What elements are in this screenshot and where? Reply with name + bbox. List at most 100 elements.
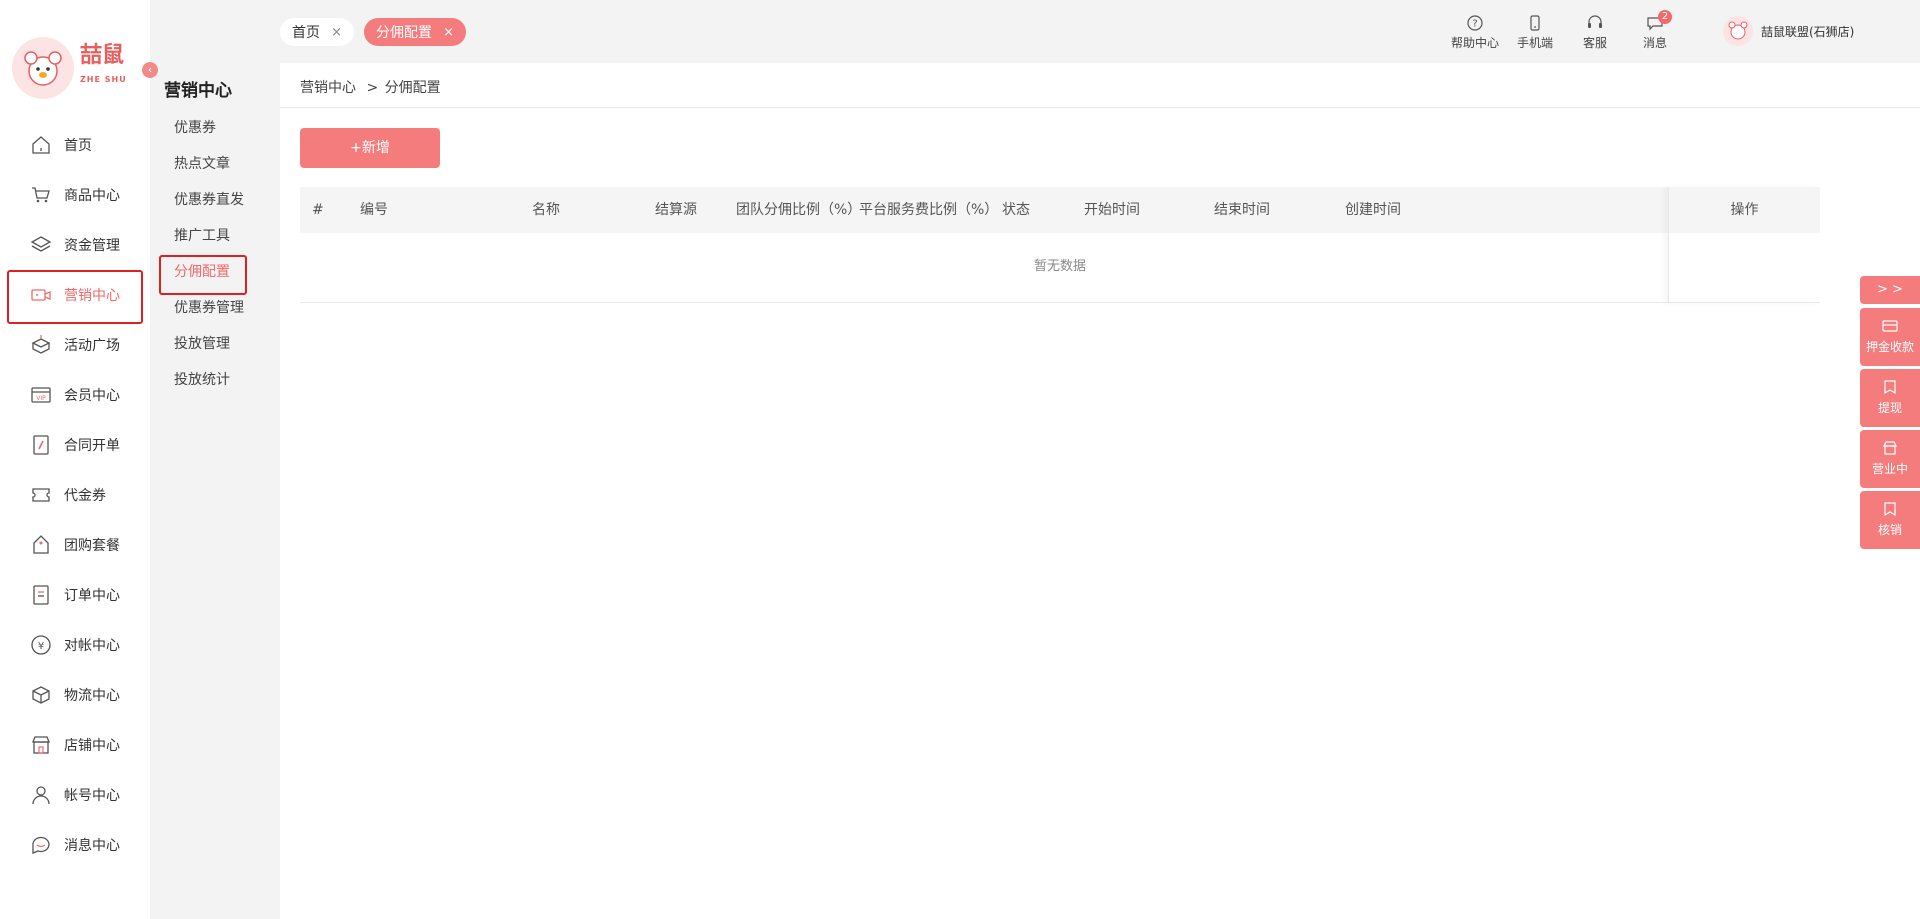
- breadcrumb-current: 分佣配置: [384, 80, 441, 96]
- sidebar-item-label: 对帐中心: [64, 638, 120, 654]
- sidebar-item-label: 店铺中心: [64, 738, 120, 754]
- user-icon: [32, 786, 50, 805]
- help-label: 帮助中心: [1450, 36, 1499, 50]
- sidebar-item-label: 代金券: [64, 488, 106, 504]
- camera-icon: [31, 289, 51, 301]
- table-header-cell: 团队分佣比例（%）: [736, 202, 862, 218]
- sidebar-item[interactable]: VIP 会员中心: [0, 370, 150, 420]
- sidebar-item[interactable]: ¥ 对帐中心: [0, 620, 150, 670]
- top-bar: 首页 × 分佣配置 × ? 帮助中心 手机端 客服 2 消息 喆鼠联盟(石狮店): [280, 0, 1920, 63]
- svg-text:VIP: VIP: [36, 395, 46, 402]
- collapse-sidebar-button[interactable]: ‹: [142, 62, 158, 78]
- breadcrumb-parent[interactable]: 营销中心: [300, 80, 356, 96]
- table-header-cell: 结算源: [655, 202, 697, 218]
- submenu-item[interactable]: 推广工具: [150, 218, 280, 254]
- expand-panel-button[interactable]: > >: [1860, 276, 1920, 304]
- submenu-item[interactable]: 优惠券: [150, 110, 280, 146]
- sidebar-item[interactable]: 消息中心: [0, 820, 150, 870]
- sidebar-item[interactable]: 营销中心: [0, 270, 150, 324]
- mobile-button[interactable]: 手机端: [1507, 14, 1563, 51]
- customer-service-button[interactable]: 客服: [1567, 14, 1623, 51]
- service-label: 客服: [1582, 36, 1607, 50]
- sidebar-item[interactable]: 合同开单: [0, 420, 150, 470]
- user-name: 喆鼠联盟(石狮店): [1761, 24, 1855, 39]
- tab-commission-config[interactable]: 分佣配置 ×: [364, 18, 466, 46]
- sidebar-item[interactable]: 订单中心: [0, 570, 150, 620]
- table-header-cell: 编号: [360, 202, 388, 218]
- sidebar-item[interactable]: 首页: [0, 120, 150, 170]
- cart-icon: [32, 187, 50, 203]
- sidebar-item[interactable]: 店铺中心: [0, 720, 150, 770]
- breadcrumb-separator: >: [366, 80, 379, 96]
- table-header-cell: 开始时间: [1084, 202, 1140, 218]
- sidebar-item-label: 合同开单: [64, 438, 120, 454]
- sidebar-item-label: 团购套餐: [64, 538, 120, 554]
- order-icon: [33, 585, 49, 605]
- submenu-item[interactable]: 投放统计: [150, 362, 280, 398]
- home-icon: [32, 136, 50, 154]
- bookmark-icon: [1884, 380, 1896, 395]
- breadcrumb: 营销中心 > 分佣配置: [300, 77, 441, 97]
- sidebar-item-label: 帐号中心: [64, 788, 120, 804]
- quick-action-label: 核销: [1877, 523, 1902, 537]
- table-header-cell: 平台服务费比例（%）: [859, 202, 999, 218]
- sidebar-item-label: 资金管理: [64, 238, 120, 254]
- submenu-title: 营销中心: [164, 81, 232, 101]
- divider: [280, 107, 1920, 108]
- sidebar-item-label: 营销中心: [64, 288, 120, 304]
- tab-home[interactable]: 首页 ×: [280, 18, 354, 46]
- sidebar-item[interactable]: 物流中心: [0, 670, 150, 720]
- sidebar-item-label: 物流中心: [64, 688, 120, 704]
- table-header: # 编号 名称 结算源 团队分佣比例（%） 平台服务费比例（%） 状态 开始时间 结束时间 创建时…: [300, 187, 1820, 233]
- close-icon[interactable]: ×: [443, 25, 454, 40]
- quick-action-button[interactable]: 押金收款: [1860, 308, 1920, 366]
- message-count-badge: 2: [1658, 10, 1672, 24]
- tab-label: 首页: [292, 25, 320, 41]
- app-root: 喆鼠 ZHE SHU 首页 商品中心 资金管理 营销中心 活动广场 VIP 会员中心 合同开单…: [0, 0, 1920, 919]
- quick-action-label: 押金收款: [1865, 340, 1914, 354]
- brand-logo: 喆鼠 ZHE SHU: [12, 36, 132, 100]
- quick-action-button[interactable]: 营业中: [1860, 430, 1920, 488]
- sidebar-item-label: 首页: [64, 138, 92, 154]
- empty-state: 暂无数据: [1033, 259, 1086, 274]
- table-header-cell: 名称: [532, 202, 560, 218]
- table-header-cell: #: [312, 202, 324, 218]
- main-content: 营销中心 > 分佣配置 +新增 # 编号 名称 结算源 团队分佣比例（%） 平台服务费比例…: [280, 63, 1920, 919]
- submenu-item[interactable]: 优惠券管理: [150, 290, 280, 326]
- submenu-item[interactable]: 分佣配置: [150, 254, 280, 295]
- add-button[interactable]: +新增: [300, 128, 440, 168]
- submenu-list: 优惠券 热点文章 优惠券直发 推广工具 分佣配置 优惠券管理 投放管理 投放统计: [150, 110, 280, 398]
- tag-icon: [33, 535, 49, 554]
- quick-action-button[interactable]: 提现: [1860, 369, 1920, 427]
- submenu-item[interactable]: 热点文章: [150, 146, 280, 182]
- table-header-cell: 创建时间: [1345, 202, 1401, 218]
- messages-button[interactable]: 2 消息: [1627, 10, 1683, 51]
- quick-action-button[interactable]: 核销: [1860, 491, 1920, 549]
- operations-column: 操作: [1668, 187, 1820, 303]
- submenu-item[interactable]: 投放管理: [150, 326, 280, 362]
- sidebar-item[interactable]: 团购套餐: [0, 520, 150, 570]
- vip-card-icon: VIP: [31, 387, 51, 403]
- sidebar-item-label: 会员中心: [64, 388, 120, 404]
- layers-icon: [30, 236, 52, 252]
- sidebar-item[interactable]: 帐号中心: [0, 770, 150, 820]
- help-center-button[interactable]: ? 帮助中心: [1447, 14, 1503, 51]
- close-icon[interactable]: ×: [331, 25, 342, 40]
- phone-icon: [1530, 15, 1540, 31]
- sidebar-item[interactable]: 商品中心: [0, 170, 150, 220]
- table-header-cell: 状态: [1002, 202, 1030, 218]
- sidebar-item[interactable]: 资金管理: [0, 220, 150, 270]
- submenu-item[interactable]: 优惠券直发: [150, 182, 280, 218]
- quick-action-panel: > > 押金收款提现 营业中核销: [1860, 276, 1920, 552]
- messages-label: 消息: [1642, 36, 1667, 50]
- voucher-icon: [32, 488, 50, 502]
- card-icon: [1882, 320, 1898, 332]
- contract-icon: [33, 435, 49, 455]
- user-menu[interactable]: 喆鼠联盟(石狮店): [1723, 16, 1854, 46]
- brand-subtitle: ZHE SHU: [80, 75, 127, 84]
- sidebar-item[interactable]: 活动广场: [0, 320, 150, 370]
- main-sidebar: 喆鼠 ZHE SHU 首页商品中心资金管理营销中心活动广场 VIP 会员中心合同开单…: [0, 0, 150, 919]
- package-icon: [32, 686, 50, 704]
- sidebar-item[interactable]: 代金券: [0, 470, 150, 520]
- commission-table: # 编号 名称 结算源 团队分佣比例（%） 平台服务费比例（%） 状态 开始时间 结束时间 创建时…: [300, 187, 1820, 303]
